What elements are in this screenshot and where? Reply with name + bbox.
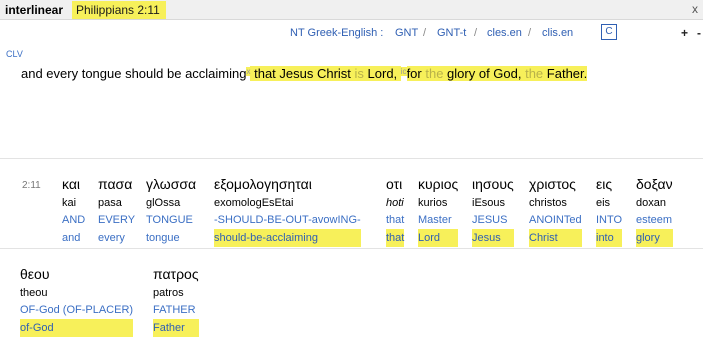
interlinear-word[interactable]: χριστος christos ANOINTed Christ — [529, 174, 582, 247]
interlinear-word[interactable]: ιησους iEsous JESUS Jesus — [472, 174, 514, 247]
transliteration: iEsous — [472, 197, 506, 209]
english-rendering: Jesus — [472, 229, 514, 247]
english-rendering: into — [596, 229, 623, 247]
transliteration: glOssa — [146, 197, 181, 209]
english-rendering: every — [98, 232, 125, 244]
concordant-gloss: OF-God (OF-PLACER) — [20, 304, 134, 316]
module-clis-link[interactable]: clis.en — [542, 27, 573, 39]
greek-word: γλωσσα — [146, 176, 197, 192]
title-bar: interlinear Philippians 2:11 x — [0, 0, 703, 20]
transliteration: kurios — [418, 197, 448, 209]
transliteration: eis — [596, 197, 611, 209]
greek-word: πασα — [98, 176, 133, 192]
interlinear-word[interactable]: γλωσσα glOssa TONGUE tongue — [146, 174, 196, 247]
module-gnt-t-link[interactable]: GNT-t — [437, 27, 466, 39]
english-rendering: should-be-acclaiming — [214, 229, 361, 247]
zoom-in-button[interactable]: + — [681, 26, 688, 40]
interlinear-word[interactable]: και kai AND and — [62, 174, 85, 247]
greek-word: οτι — [386, 176, 403, 192]
transliteration: patros — [153, 287, 184, 299]
divider — [0, 158, 703, 159]
concordant-gloss: EVERY — [98, 214, 136, 226]
interlinear-word[interactable]: οτι hoti that that — [386, 174, 405, 247]
transliteration: christos — [529, 197, 567, 209]
greek-word: θεου — [20, 266, 50, 282]
zoom-out-button[interactable]: - — [697, 26, 701, 40]
app-title: interlinear — [5, 3, 64, 17]
verse-text: and every tongue should be acclaimingx t… — [21, 63, 588, 85]
separator: / — [474, 27, 478, 39]
transliteration: kai — [62, 197, 77, 209]
english-rendering: Lord — [418, 229, 459, 247]
verse-segment-highlighted: for — [406, 66, 426, 81]
interlinear-word[interactable]: πασα pasa EVERY every — [98, 174, 135, 247]
close-icon[interactable]: x — [692, 2, 698, 16]
module-toolbar: NT Greek-English : GNT / GNT-t / cles.en… — [0, 24, 703, 42]
greek-word: εις — [596, 176, 613, 192]
concordant-gloss: that — [386, 214, 405, 226]
english-rendering: Father — [153, 319, 199, 337]
interlinear-word[interactable]: δοξαν doxan esteem glory — [636, 174, 673, 247]
english-rendering: Christ — [529, 229, 582, 247]
module-cles-link[interactable]: cles.en — [487, 27, 522, 39]
verse-segment: and every tongue should be acclaiming — [21, 66, 247, 81]
transliteration: hoti — [386, 197, 404, 209]
interlinear-word[interactable]: εις eis INTO into — [596, 174, 623, 247]
separator: / — [528, 27, 532, 39]
module-group-label: NT Greek-English : — [290, 27, 384, 39]
english-rendering: that — [386, 229, 405, 247]
verse-segment-highlighted: Lord, — [363, 66, 401, 81]
concordant-gloss: -SHOULD-BE-OUT-avowING- — [214, 214, 361, 226]
interlinear-word[interactable]: εξομολογησηται exomologEsEtai -SHOULD-BE-O… — [214, 174, 361, 247]
greek-word: ιησους — [472, 176, 514, 192]
reference-field[interactable]: Philippians 2:11 — [72, 1, 166, 19]
english-rendering: tongue — [146, 232, 180, 244]
interlinear-word[interactable]: θεου theou OF-God (OF-PLACER) of-God — [20, 264, 134, 337]
concordant-gloss: Master — [418, 214, 452, 226]
verse-segment-supplied: the — [525, 66, 544, 81]
transliteration: doxan — [636, 197, 666, 209]
concordant-gloss: INTO — [596, 214, 623, 226]
concordant-gloss: AND — [62, 214, 86, 226]
verse-segment-highlighted: that Jesus Christ — [250, 66, 355, 81]
concordant-gloss: ANOINTed — [529, 214, 582, 226]
footnote-marker[interactable]: ic — [400, 67, 407, 76]
concordant-gloss: esteem — [636, 214, 673, 226]
verse-number: 2:11 — [22, 180, 41, 191]
verse-segment-supplied: is — [354, 66, 364, 81]
english-rendering: and — [62, 232, 81, 244]
greek-word: δοξαν — [636, 176, 673, 192]
english-rendering: glory — [636, 229, 673, 247]
divider — [0, 248, 703, 249]
separator: / — [423, 27, 427, 39]
greek-word: πατρος — [153, 266, 199, 282]
verse-segment-highlighted: glory of God, — [443, 66, 526, 81]
verse-segment-supplied: the — [425, 66, 444, 81]
interlinear-word[interactable]: κυριος kurios Master Lord — [418, 174, 459, 247]
footnote-marker[interactable]: x — [246, 67, 251, 76]
interlinear-word[interactable]: πατρος patros FATHER Father — [153, 264, 199, 337]
transliteration: pasa — [98, 197, 122, 209]
greek-word: εξομολογησηται — [214, 176, 312, 192]
concordant-gloss: JESUS — [472, 214, 508, 226]
english-rendering: of-God — [20, 319, 134, 337]
module-gnt-link[interactable]: GNT — [395, 27, 418, 39]
transliteration: theou — [20, 287, 48, 299]
greek-word: κυριος — [418, 176, 459, 192]
c-button[interactable]: C — [601, 24, 617, 40]
greek-word: χριστος — [529, 176, 576, 192]
concordant-gloss: TONGUE — [146, 214, 193, 226]
verse-segment-highlighted: Father. — [543, 66, 588, 81]
version-label: CLV — [6, 49, 23, 59]
concordant-gloss: FATHER — [153, 304, 196, 316]
transliteration: exomologEsEtai — [214, 197, 294, 209]
greek-word: και — [62, 176, 81, 192]
